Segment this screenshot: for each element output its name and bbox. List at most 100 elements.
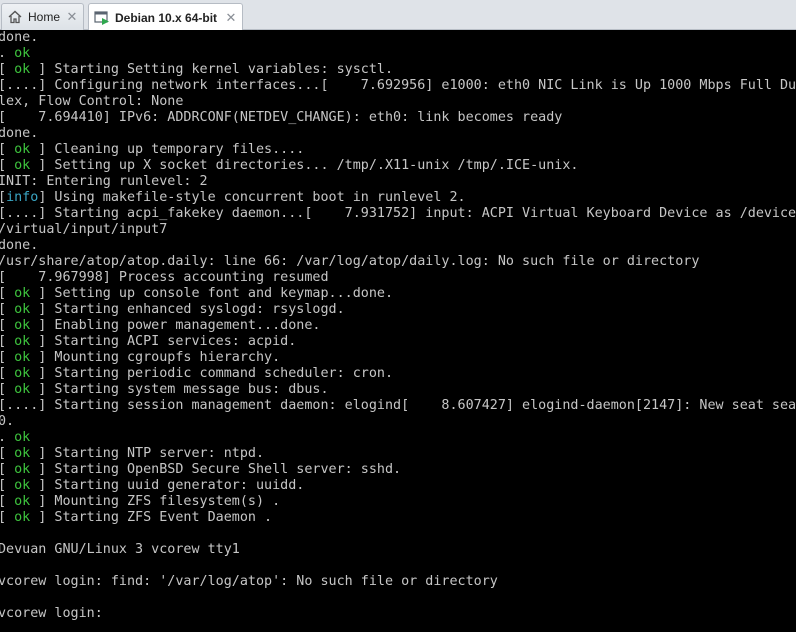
- console-line: [ ok ] Starting ACPI services: acpid.: [0, 334, 796, 350]
- console-line: [....] Starting acpi_fakekey daemon...[ …: [0, 206, 796, 222]
- console-text: done.: [0, 126, 39, 141]
- console-text: .: [0, 430, 14, 445]
- console-line: /virtual/input/input7: [0, 222, 796, 238]
- console-line: [ ok ] Starting Setting kernel variables…: [0, 62, 796, 78]
- console-text: [: [0, 286, 14, 301]
- console-text: ] Mounting cgroupfs hierarchy.: [30, 350, 281, 365]
- status-ok: ok: [14, 366, 31, 381]
- console-text: INIT: Entering runlevel: 2: [0, 174, 208, 189]
- console-text: ] Using makefile-style concurrent boot i…: [38, 190, 466, 205]
- console-line: done.: [0, 30, 796, 46]
- console-text: [: [0, 382, 14, 397]
- console-line: [ ok ] Setting up X socket directories..…: [0, 158, 796, 174]
- status-info: info: [6, 190, 39, 205]
- console-line: [ 7.967998] Process accounting resumed: [0, 270, 796, 286]
- console-line: [ ok ] Starting periodic command schedul…: [0, 366, 796, 382]
- console-output: done.. ok[ ok ] Starting Setting kernel …: [0, 30, 796, 622]
- console-line: [ ok ] Enabling power management...done.: [0, 318, 796, 334]
- console-line: done.: [0, 126, 796, 142]
- console-text: [ 7.694410] IPv6: ADDRCONF(NETDEV_CHANGE…: [0, 110, 563, 125]
- console-text: ] Mounting ZFS filesystem(s) .: [30, 494, 281, 509]
- status-ok: ok: [14, 318, 31, 333]
- console-text: ] Starting ZFS Event Daemon .: [30, 510, 273, 525]
- console-line: [ ok ] Starting system message bus: dbus…: [0, 382, 796, 398]
- tab-bar: Home ✕ Debian 10.x 64-bit ✕: [0, 0, 796, 31]
- status-ok: ok: [14, 334, 31, 349]
- console-line: [ ok ] Setting up console font and keyma…: [0, 286, 796, 302]
- console-text: [: [0, 494, 14, 509]
- console-text: /virtual/input/input7: [0, 222, 168, 237]
- console-line: . ok: [0, 430, 796, 446]
- tab-home[interactable]: Home ✕: [1, 3, 84, 30]
- console-line: [ ok ] Starting OpenBSD Secure Shell ser…: [0, 462, 796, 478]
- console-line: [ 7.694410] IPv6: ADDRCONF(NETDEV_CHANGE…: [0, 110, 796, 126]
- console-text: /usr/share/atop/atop.daily: line 66: /va…: [0, 254, 700, 269]
- console-line: [ ok ] Cleaning up temporary files....: [0, 142, 796, 158]
- tab-debian-vm-label: Debian 10.x 64-bit: [115, 10, 218, 25]
- console-line: done.: [0, 238, 796, 254]
- status-ok: ok: [14, 510, 31, 525]
- status-ok: ok: [14, 446, 31, 461]
- console-line: [....] Configuring network interfaces...…: [0, 78, 796, 94]
- console-text: ] Setting up console font and keymap...d…: [30, 286, 394, 301]
- console-text: ] Starting periodic command scheduler: c…: [30, 366, 394, 381]
- tab-home-label: Home: [28, 10, 61, 24]
- console-text: [: [0, 510, 14, 525]
- home-icon: [7, 9, 23, 25]
- status-ok: ok: [14, 462, 31, 477]
- vm-console[interactable]: done.. ok[ ok ] Starting Setting kernel …: [0, 30, 796, 632]
- console-text: vcorew login: find: '/var/log/atop': No …: [0, 574, 498, 589]
- console-line: /usr/share/atop/atop.daily: line 66: /va…: [0, 254, 796, 270]
- vm-icon: [94, 10, 110, 26]
- console-text: [: [0, 462, 14, 477]
- console-text: ] Starting ACPI services: acpid.: [30, 334, 297, 349]
- status-ok: ok: [14, 286, 31, 301]
- console-line: [ ok ] Starting enhanced syslogd: rsyslo…: [0, 302, 796, 318]
- tab-debian-vm[interactable]: Debian 10.x 64-bit ✕: [88, 3, 243, 31]
- console-line: [ ok ] Starting NTP server: ntpd.: [0, 446, 796, 462]
- console-text: ] Starting NTP server: ntpd.: [30, 446, 265, 461]
- status-ok: ok: [14, 62, 31, 77]
- status-ok: ok: [14, 158, 31, 173]
- console-line: lex, Flow Control: None: [0, 94, 796, 110]
- console-line: [ ok ] Starting uuid generator: uuidd.: [0, 478, 796, 494]
- console-text: [: [0, 142, 14, 157]
- status-ok: ok: [14, 478, 31, 493]
- console-text: [....] Starting acpi_fakekey daemon...[ …: [0, 206, 796, 221]
- console-text: ] Cleaning up temporary files....: [30, 142, 305, 157]
- close-icon[interactable]: ✕: [65, 10, 79, 24]
- status-ok: ok: [14, 46, 31, 61]
- console-text: ] Starting Setting kernel variables: sys…: [30, 62, 394, 77]
- console-text: [: [0, 446, 14, 461]
- console-text: .: [0, 46, 14, 61]
- console-text: Devuan GNU/Linux 3 vcorew tty1: [0, 542, 240, 557]
- console-text: [: [0, 478, 14, 493]
- close-icon[interactable]: ✕: [224, 10, 238, 25]
- console-text: lex, Flow Control: None: [0, 94, 184, 109]
- console-text: [: [0, 350, 14, 365]
- console-text: [....] Starting session management daemo…: [0, 398, 796, 413]
- status-ok: ok: [14, 302, 31, 317]
- console-text: done.: [0, 30, 39, 45]
- status-ok: ok: [14, 430, 31, 445]
- console-line: Devuan GNU/Linux 3 vcorew tty1: [0, 542, 796, 558]
- console-text: [ 7.967998] Process accounting resumed: [0, 270, 329, 285]
- status-ok: ok: [14, 494, 31, 509]
- console-text: ] Enabling power management...done.: [30, 318, 321, 333]
- console-text: 0.: [0, 414, 15, 429]
- console-line: [info] Using makefile-style concurrent b…: [0, 190, 796, 206]
- console-text: vcorew login:: [0, 606, 111, 621]
- console-text: ] Setting up X socket directories... /tm…: [30, 158, 579, 173]
- status-ok: ok: [14, 382, 31, 397]
- console-line: 0.: [0, 414, 796, 430]
- console-text: [: [0, 366, 14, 381]
- console-line: [ ok ] Mounting ZFS filesystem(s) .: [0, 494, 796, 510]
- console-line: vcorew login: find: '/var/log/atop': No …: [0, 574, 796, 590]
- console-text: [....] Configuring network interfaces...…: [0, 78, 796, 93]
- console-text: ] Starting system message bus: dbus.: [30, 382, 329, 397]
- console-text: [: [0, 158, 14, 173]
- console-line: INIT: Entering runlevel: 2: [0, 174, 796, 190]
- console-line: vcorew login:: [0, 606, 796, 622]
